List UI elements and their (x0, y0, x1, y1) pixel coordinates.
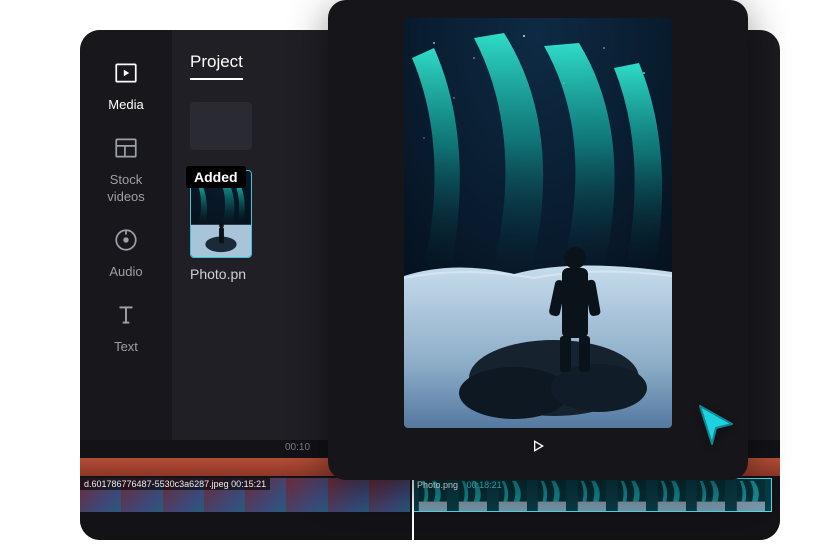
sidebar-item-audio[interactable]: Audio (109, 227, 142, 280)
sidebar-item-label: Audio (109, 264, 142, 280)
play-button[interactable] (530, 438, 546, 459)
tab-project[interactable]: Project (190, 52, 243, 80)
clip-label: d.601786776487-5530c3a6287.jpeg 00:15:21 (80, 478, 270, 490)
sidebar-item-label: Text (114, 339, 138, 355)
clip-label: Photo.png 00:18:21 (413, 479, 506, 491)
text-icon (113, 302, 139, 333)
media-icon (113, 60, 139, 91)
timeline-clip-2[interactable]: Photo.png 00:18:21 (412, 478, 772, 512)
clip-timecode: 00:18:21 (467, 480, 502, 490)
preview-panel (328, 0, 748, 480)
play-icon (530, 441, 546, 458)
sidebar-item-label: Stock videos (107, 172, 145, 205)
stock-videos-icon (113, 135, 139, 166)
sidebar-item-stock-videos[interactable]: Stock videos (107, 135, 145, 205)
media-thumbnail[interactable]: Added Photo.pn (190, 170, 252, 282)
sidebar-item-text[interactable]: Text (113, 302, 139, 355)
sidebar: Media Stock videos Audio Text (80, 30, 172, 460)
cursor-pointer-icon (692, 400, 740, 453)
audio-icon (113, 227, 139, 258)
sidebar-item-label: Media (108, 97, 143, 113)
thumbnail-filename: Photo.pn (190, 266, 252, 282)
sidebar-item-media[interactable]: Media (108, 60, 143, 113)
clip-filename: Photo.png (417, 480, 458, 490)
media-thumbnail-empty[interactable] (190, 102, 252, 150)
preview-image (404, 18, 672, 428)
added-badge: Added (186, 166, 246, 188)
timeline-clip-1[interactable]: d.601786776487-5530c3a6287.jpeg 00:15:21 (80, 478, 410, 512)
ruler-tick: 00:10 (285, 442, 310, 453)
